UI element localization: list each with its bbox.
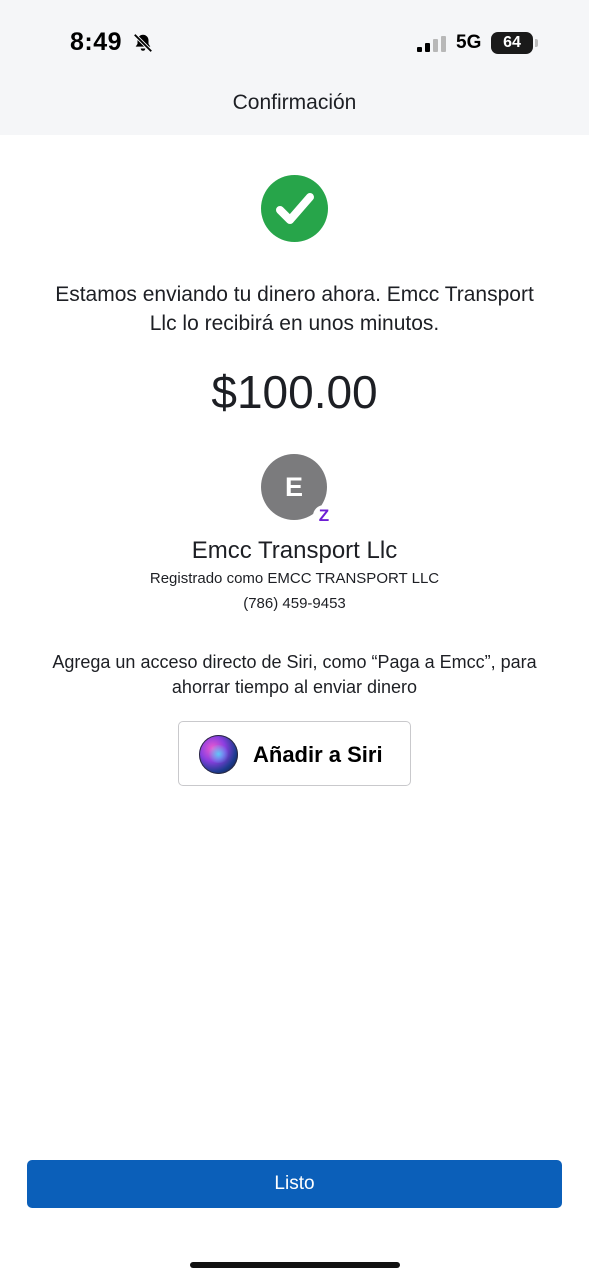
recipient-phone: (786) 459-9453 bbox=[243, 595, 346, 612]
confirmation-message: Estamos enviando tu dinero ahora. Emcc T… bbox=[55, 283, 534, 335]
status-bar: 8:49 5G 64 bbox=[0, 0, 589, 80]
confirmation-screen: 8:49 5G 64 Confirmación Estamos enviando… bbox=[0, 0, 589, 1280]
battery-icon: 64 bbox=[491, 32, 538, 54]
add-to-siri-label: Añadir a Siri bbox=[253, 742, 383, 767]
checkmark-circle-icon bbox=[261, 175, 328, 242]
siri-icon bbox=[199, 735, 238, 774]
bell-slash-icon bbox=[132, 32, 154, 54]
siri-prompt: Agrega un acceso directo de Siri, como “… bbox=[52, 652, 537, 697]
network-type: 5G bbox=[456, 32, 482, 53]
recipient-name: Emcc Transport Llc bbox=[191, 537, 398, 564]
recipient-registered-name: Registrado como EMCC TRANSPORT LLC bbox=[149, 570, 440, 587]
zelle-badge-icon: Z bbox=[313, 505, 335, 527]
page-title: Confirmación bbox=[232, 91, 357, 114]
done-button[interactable]: Listo bbox=[27, 1160, 562, 1208]
home-indicator[interactable] bbox=[190, 1262, 400, 1268]
signal-icon bbox=[417, 36, 449, 52]
header: 8:49 5G 64 Confirmación bbox=[0, 0, 589, 135]
add-to-siri-button[interactable]: Añadir a Siri bbox=[178, 721, 411, 786]
status-time: 8:49 bbox=[70, 28, 123, 56]
amount: $100.00 bbox=[211, 366, 378, 418]
